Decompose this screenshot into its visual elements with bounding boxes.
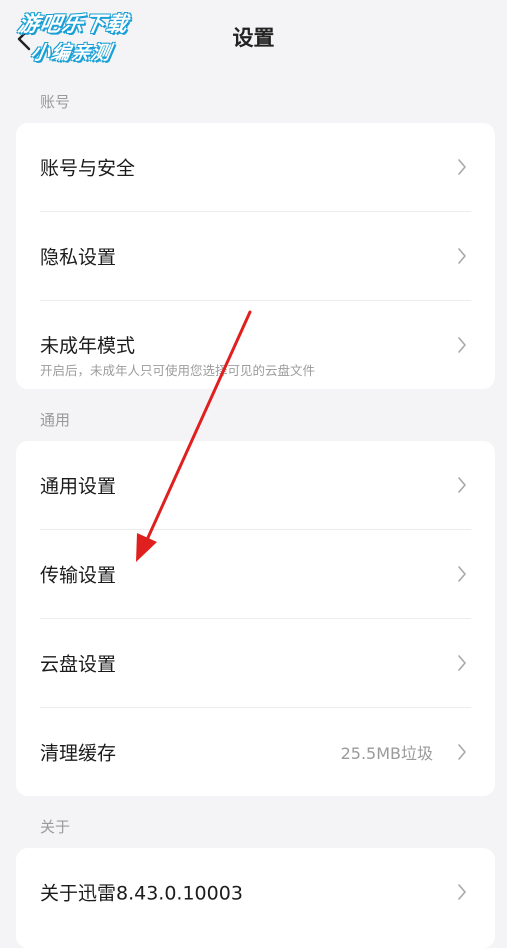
chevron-right-icon — [458, 744, 466, 760]
item-label: 清理缓存 — [40, 742, 117, 765]
item-label: 未成年模式 — [40, 335, 136, 357]
settings-item-transfer[interactable]: 传输设置 — [16, 530, 495, 618]
settings-item-minor-mode[interactable]: 未成年模式 开启后，未成年人只可使用您选择可见的云盘文件 — [16, 301, 495, 389]
section-label-about: 关于 — [40, 818, 71, 836]
item-subtitle: 开启后，未成年人只可使用您选择可见的云盘文件 — [40, 363, 316, 378]
chevron-right-icon — [458, 248, 466, 264]
chevron-right-icon — [458, 477, 466, 493]
settings-item-account-security[interactable]: 账号与安全 — [16, 123, 495, 211]
watermark-line-2: 小编亲测 — [29, 42, 113, 64]
chevron-right-icon — [458, 655, 466, 671]
item-label: 通用设置 — [40, 475, 117, 498]
general-card: 通用设置 传输设置 云盘设置 清理缓存 25.5MB垃圾 — [16, 441, 495, 796]
cache-size-value: 25.5MB垃圾 — [340, 744, 433, 763]
header-bar: 设置 游吧乐下载 小编亲测 — [0, 0, 507, 78]
section-label-account: 账号 — [40, 93, 71, 111]
settings-item-about[interactable]: 关于迅雷8.43.0.10003 — [16, 848, 495, 936]
settings-item-cloud-drive[interactable]: 云盘设置 — [16, 619, 495, 707]
settings-item-general[interactable]: 通用设置 — [16, 441, 495, 529]
item-label: 传输设置 — [40, 564, 117, 587]
chevron-right-icon — [458, 337, 466, 353]
chevron-right-icon — [458, 159, 466, 175]
item-label: 云盘设置 — [40, 653, 117, 676]
item-label: 关于迅雷8.43.0.10003 — [40, 882, 243, 905]
section-label-general: 通用 — [40, 411, 71, 429]
watermark-logo: 游吧乐下载 小编亲测 — [7, 6, 148, 66]
account-card: 账号与安全 隐私设置 未成年模式 开启后，未成年人只可使用您选择可见的云盘文件 — [16, 123, 495, 389]
item-label: 账号与安全 — [40, 157, 136, 180]
item-label: 隐私设置 — [40, 246, 117, 269]
watermark-line-1: 游吧乐下载 — [16, 12, 131, 36]
chevron-right-icon — [458, 884, 466, 900]
settings-item-privacy[interactable]: 隐私设置 — [16, 212, 495, 300]
about-card: 关于迅雷8.43.0.10003 — [16, 848, 495, 948]
chevron-right-icon — [458, 566, 466, 582]
settings-item-clear-cache[interactable]: 清理缓存 25.5MB垃圾 — [16, 708, 495, 796]
